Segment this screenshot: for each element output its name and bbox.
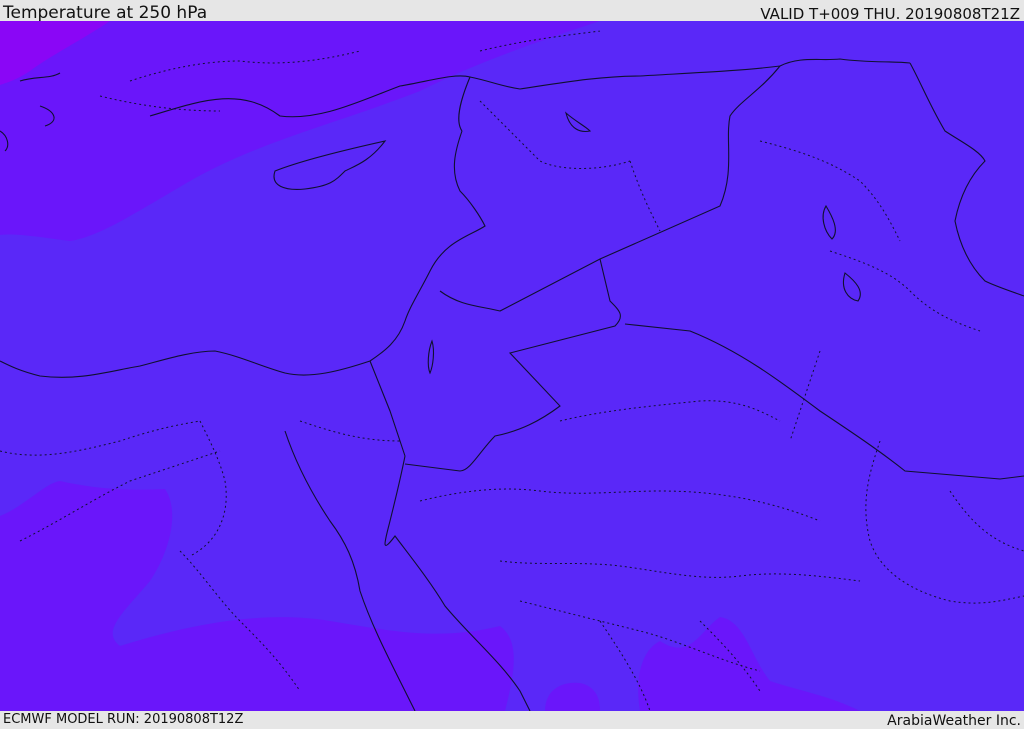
header-bar: Temperature at 250 hPa VALID T+009 THU. …	[0, 0, 1024, 23]
model-run: ECMWF MODEL RUN: 20190808T12Z	[3, 712, 244, 727]
credit: ArabiaWeather Inc.	[887, 713, 1021, 729]
map-canvas	[0, 21, 1024, 711]
weather-map	[0, 21, 1024, 711]
map-title: Temperature at 250 hPa	[3, 3, 208, 23]
